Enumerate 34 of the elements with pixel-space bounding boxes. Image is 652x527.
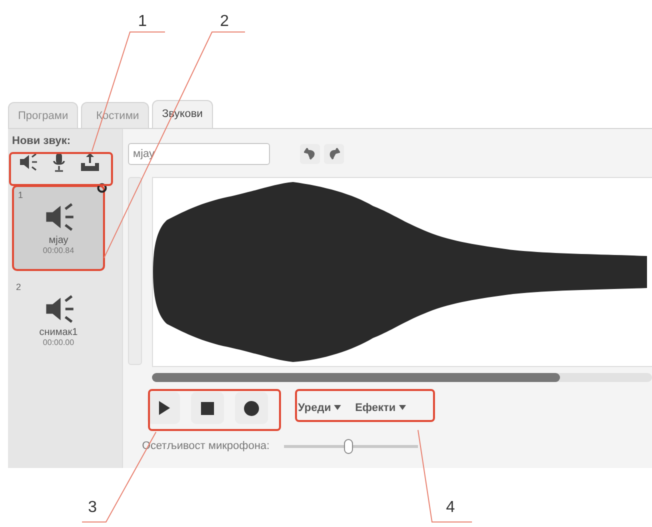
- callout-number: 3: [88, 500, 97, 516]
- slider-thumb[interactable]: [344, 438, 353, 454]
- menu-dropdown[interactable]: Уреди: [298, 400, 342, 416]
- undo-icon: [304, 148, 316, 160]
- callout-number: 2: [220, 14, 229, 30]
- stop-button[interactable]: [191, 392, 224, 424]
- upload-icon[interactable]: [80, 152, 100, 172]
- callout-number: 4: [446, 500, 455, 516]
- speaker-icon[interactable]: [18, 152, 38, 172]
- callout-number: 1: [138, 14, 147, 30]
- redo-icon: [328, 148, 340, 160]
- info-icon[interactable]: [97, 183, 107, 193]
- item-number: 2: [16, 281, 22, 294]
- play-icon: [158, 401, 170, 415]
- undo-button[interactable]: [300, 144, 320, 164]
- sound-item[interactable]: 2 снимак1 00:00.00: [12, 279, 105, 365]
- scrollbar-thumb[interactable]: [152, 373, 560, 382]
- sound-item[interactable]: 1 мјау 00:00.84: [12, 185, 105, 271]
- sound-name: снимак1: [39, 327, 78, 338]
- play-button[interactable]: [147, 392, 180, 424]
- stop-icon: [201, 402, 214, 414]
- microphone-icon[interactable]: [52, 152, 66, 172]
- caret-icon: [398, 405, 406, 410]
- record-button[interactable]: [235, 392, 268, 424]
- menu-dropdown[interactable]: Ефекти: [355, 400, 406, 416]
- sound-duration: 00:00.00: [42, 338, 74, 347]
- sound-name: мјау: [48, 235, 68, 246]
- record-icon: [244, 400, 259, 416]
- redo-button[interactable]: [324, 144, 344, 164]
- new-sound-label: Нови звук:: [12, 135, 72, 147]
- scrollbar-track[interactable]: [152, 373, 652, 382]
- item-number: 1: [18, 189, 24, 202]
- sound-duration: 00:00.84: [42, 246, 74, 255]
- caret-icon: [334, 405, 342, 410]
